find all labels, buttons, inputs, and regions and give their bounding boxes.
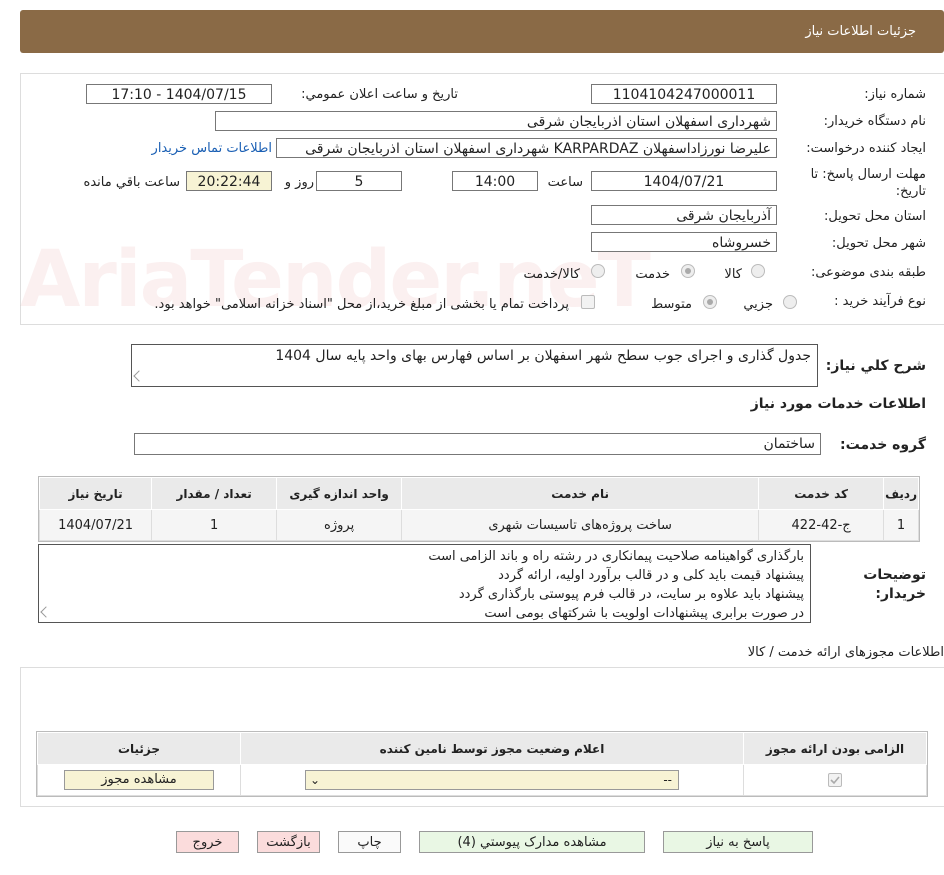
- cell-name: ساخت پروژه‌های تاسیسات شهری: [401, 509, 760, 541]
- check-icon: [830, 776, 840, 785]
- view-permit-button[interactable]: مشاهده مجوز: [64, 770, 214, 790]
- days-field: 5: [316, 171, 402, 191]
- category-label: طبقه بندی موضوعی:: [810, 265, 926, 280]
- days-label: روز و: [284, 175, 314, 190]
- summary-label: شرح کلي نياز:: [825, 358, 926, 374]
- buyer-field: شهرداری اسفهلان استان اذربایجان شرقی: [215, 111, 777, 131]
- col-unit-header: واحد اندازه گيری: [276, 477, 403, 510]
- exit-button[interactable]: خروج: [176, 831, 239, 853]
- required-checkbox: [828, 773, 842, 787]
- cell-date: 1404/07/21: [38, 509, 153, 541]
- service-group-label: گروه خدمت:: [840, 437, 926, 453]
- col-code-header: کد خدمت: [758, 477, 885, 510]
- deadline-date-field: 1404/07/21: [591, 171, 777, 191]
- service-group-field: ساختمان: [134, 433, 821, 455]
- resize-handle-icon[interactable]: [133, 370, 145, 382]
- cell-code: ج-42-422: [758, 509, 885, 541]
- buyer-notes-label: توضيحات خريدار:: [863, 567, 926, 602]
- buyer-contact-link[interactable]: اطلاعات تماس خريدار: [152, 141, 272, 156]
- category-radio-service[interactable]: [681, 264, 695, 278]
- creator-field: علیرضا نورزاداسفهلان KARPARDAZ شهرداری ا…: [276, 138, 777, 158]
- permits-section-title: اطلاعات مجوزهای ارائه خدمت / کالا: [747, 645, 944, 660]
- remaining-timer: 20:22:44: [186, 171, 272, 191]
- payment-note: پرداخت تمام يا بخشی از مبلغ خريد،از محل …: [154, 297, 569, 312]
- services-table: رديف کد خدمت نام خدمت واحد اندازه گيری ت…: [38, 476, 920, 542]
- col-date-header: تاريخ نياز: [38, 477, 153, 510]
- province-label: استان محل تحويل:: [824, 209, 926, 224]
- summary-text: جدول گذاری و اجرای جوب سطح شهر اسفهلان ب…: [275, 348, 811, 364]
- deadline-time-field: 14:00: [452, 171, 538, 191]
- process-option-minor: جزيي: [743, 297, 773, 312]
- col-required-header: الزامی بودن ارائه مجوز: [743, 732, 927, 765]
- attachments-button[interactable]: مشاهده مدارک پیوستي (4): [419, 831, 645, 853]
- buyer-note-line: پیشنهاد قیمت باید کلی و در قالب برآورد ا…: [498, 568, 804, 583]
- category-option-goods-service: کالا/خدمت: [523, 267, 580, 282]
- announce-field: 1404/07/15 - 17:10: [86, 84, 272, 104]
- deadline-time-label: ساعت: [547, 175, 583, 190]
- announce-label: تاریخ و ساعت اعلان عمومي:: [301, 87, 458, 102]
- table-row: 1 ج-42-422 ساخت پروژه‌های تاسیسات شهری پ…: [38, 509, 919, 541]
- reply-button[interactable]: پاسخ به نیاز: [663, 831, 813, 853]
- cell-qty: 1: [151, 509, 278, 541]
- buyer-label: نام دستگاه خريدار:: [823, 114, 926, 129]
- city-field: خسروشاه: [591, 232, 777, 252]
- buyer-note-line: بارگذاری گواهینامه صلاحیت پیمانکاری در ر…: [428, 549, 804, 564]
- creator-label: ايجاد کننده درخواست:: [806, 141, 926, 156]
- category-option-goods: کالا: [724, 267, 742, 282]
- buyer-note-line: در صورت برابری پیشنهادات اولویت با شرکته…: [484, 606, 804, 621]
- remaining-label: ساعت باقي مانده: [83, 175, 180, 190]
- back-button[interactable]: بازگشت: [257, 831, 320, 853]
- deadline-label: مهلت ارسال پاسخ: تا تاريخ:: [810, 167, 926, 199]
- category-radio-goods-service[interactable]: [591, 264, 605, 278]
- col-row-header: رديف: [883, 477, 919, 510]
- process-label: نوع فرآيند خريد :: [834, 294, 926, 309]
- treasury-checkbox[interactable]: [581, 295, 595, 309]
- permit-status-select[interactable]: ⌄ --: [305, 770, 679, 790]
- need-number-label: شماره نیاز:: [864, 87, 926, 102]
- buyer-notes-field[interactable]: بارگذاری گواهینامه صلاحیت پیمانکاری در ر…: [38, 544, 811, 623]
- cell-unit: پروژه: [276, 509, 403, 541]
- cell-row: 1: [883, 509, 919, 541]
- buyer-note-line: پیشنهاد باید علاوه بر سایت، در قالب فرم …: [458, 587, 804, 602]
- col-status-header: اعلام وضعيت مجوز توسط نامين کننده: [240, 732, 744, 765]
- need-number-field: 1104104247000011: [591, 84, 777, 104]
- print-button[interactable]: چاپ: [338, 831, 401, 853]
- process-option-medium: متوسط: [651, 297, 692, 312]
- permit-status-value: --: [663, 773, 672, 787]
- category-option-service: خدمت: [635, 267, 670, 282]
- col-name-header: نام خدمت: [401, 477, 760, 510]
- page-title: جزئیات اطلاعات نیاز: [805, 24, 916, 39]
- services-section-title: اطلاعات خدمات مورد نياز: [750, 396, 926, 412]
- city-label: شهر محل تحويل:: [831, 236, 926, 251]
- process-radio-minor[interactable]: [783, 295, 797, 309]
- col-qty-header: تعداد / مقدار: [151, 477, 278, 510]
- process-radio-medium[interactable]: [703, 295, 717, 309]
- col-details-header: جزئيات: [37, 732, 241, 765]
- chevron-down-icon: ⌄: [310, 773, 321, 787]
- table-row: ⌄ -- مشاهده مجوز: [37, 764, 927, 796]
- province-field: آذربایجان شرقی: [591, 205, 777, 225]
- summary-field[interactable]: جدول گذاری و اجرای جوب سطح شهر اسفهلان ب…: [131, 344, 818, 387]
- permits-table: الزامی بودن ارائه مجوز اعلام وضعيت مجوز …: [36, 731, 928, 797]
- category-radio-goods[interactable]: [751, 264, 765, 278]
- page-header: جزئیات اطلاعات نیاز: [20, 10, 944, 53]
